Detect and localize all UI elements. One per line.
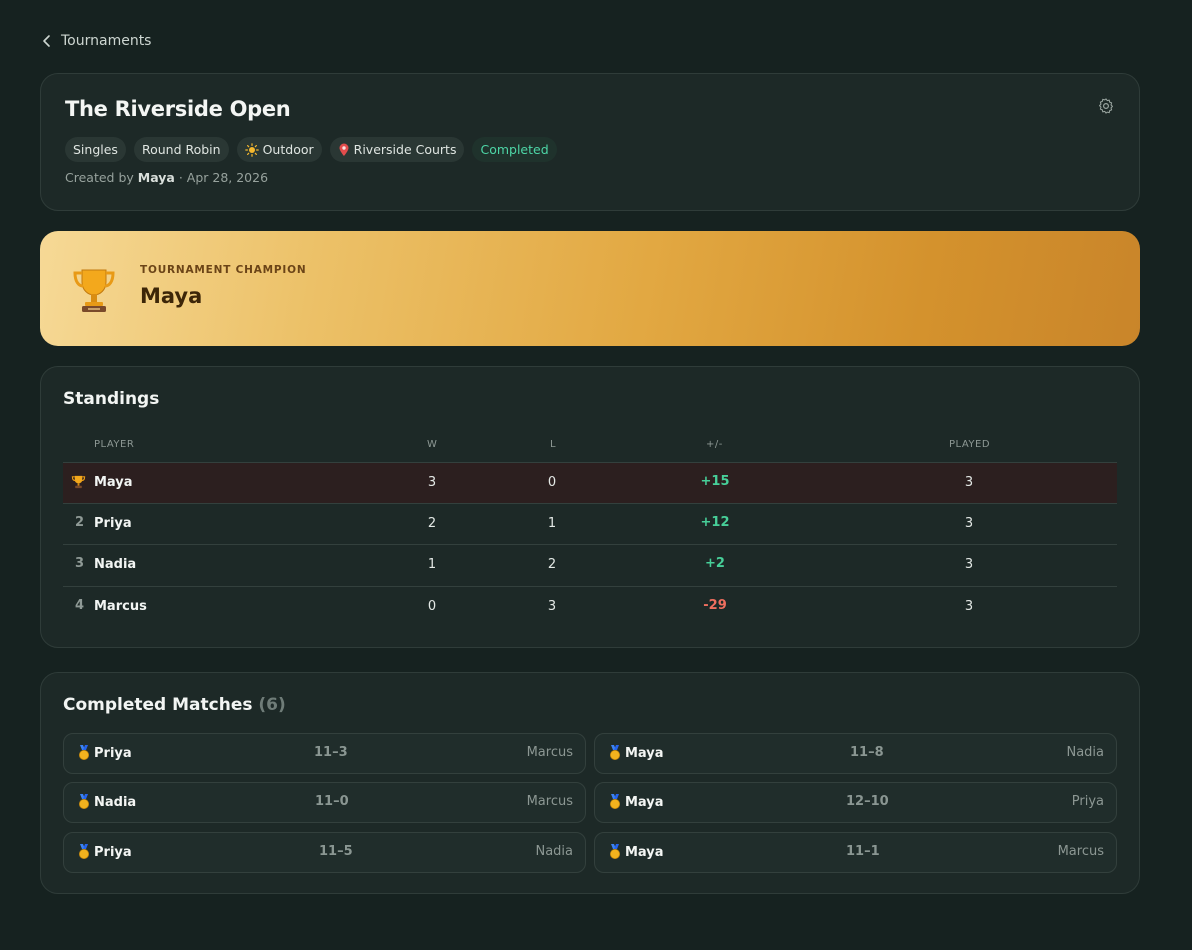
played-value: 3 [964, 516, 974, 531]
match-loser: Nadia [535, 844, 573, 859]
champion-label: TOURNAMENT CHAMPION [140, 264, 307, 276]
matches-count: (6) [258, 695, 286, 715]
match-score: 11–1 [846, 844, 880, 859]
gear-icon[interactable] [1097, 97, 1115, 115]
creator-name: Maya [137, 170, 175, 185]
back-to-tournaments-link[interactable]: Tournaments [41, 33, 151, 49]
medal-icon [610, 844, 620, 859]
tournament-header-card: The Riverside Open Singles Round Robin O… [40, 73, 1140, 211]
wins-value: 0 [427, 599, 437, 614]
match-winner: Priya [77, 844, 132, 860]
match-loser: Marcus [526, 745, 573, 760]
rank-number: 3 [75, 556, 85, 571]
match-loser: Nadia [1066, 745, 1104, 760]
match-card[interactable]: Priya 11–5 Nadia [63, 832, 586, 873]
match-winner: Maya [608, 794, 664, 810]
standings-row: 4 Marcus 0 3 -29 3 [63, 586, 1117, 627]
standings-header-row: PLAYER W L +/- PLAYED [63, 439, 1117, 459]
losses-value: 2 [547, 557, 557, 572]
match-winner: Maya [608, 844, 664, 860]
match-card[interactable]: Maya 11–8 Nadia [594, 733, 1117, 774]
player-name: Priya [94, 516, 132, 531]
champion-banner: TOURNAMENT CHAMPION Maya [40, 231, 1140, 346]
match-card[interactable]: Nadia 11–0 Marcus [63, 782, 586, 823]
match-loser: Priya [1071, 794, 1104, 809]
column-header-played: PLAYED [949, 439, 991, 450]
played-value: 3 [964, 475, 974, 490]
standings-card: Standings PLAYER W L +/- PLAYED Maya 3 0… [40, 366, 1140, 648]
losses-value: 0 [547, 475, 557, 490]
played-value: 3 [964, 557, 974, 572]
match-card[interactable]: Maya 12–10 Priya [594, 782, 1117, 823]
sun-icon [244, 142, 259, 157]
matches-title: Completed Matches (6) [63, 695, 286, 715]
tournament-page: Tournaments The Riverside Open Singles R… [0, 0, 1192, 950]
tournament-tags: Singles Round Robin Outdoor Riverside Co… [65, 137, 557, 162]
chip-format: Singles [65, 137, 126, 162]
chip-location: Riverside Courts [329, 137, 465, 162]
player-name: Maya [94, 475, 133, 490]
player-name: Marcus [94, 599, 147, 614]
diff-value: -29 [703, 598, 727, 613]
column-header-losses: L [550, 439, 557, 450]
trophy-icon [73, 269, 115, 312]
match-card[interactable]: Maya 11–1 Marcus [594, 832, 1117, 873]
rank-number: 4 [75, 598, 85, 613]
losses-value: 1 [547, 516, 557, 531]
losses-value: 3 [547, 599, 557, 614]
standings-row: 2 Priya 2 1 +12 3 [63, 503, 1117, 544]
match-card[interactable]: Priya 11–3 Marcus [63, 733, 586, 774]
match-score: 11–0 [315, 794, 349, 809]
match-loser: Marcus [1057, 844, 1104, 859]
standings-title: Standings [63, 389, 160, 409]
medal-icon [79, 844, 89, 859]
chevron-left-icon [43, 35, 50, 47]
match-winner: Priya [77, 745, 132, 761]
rank-trophy [71, 474, 86, 493]
champion-name: Maya [140, 284, 203, 308]
player-name: Nadia [94, 557, 137, 572]
medal-icon [79, 745, 89, 760]
match-score: 11–3 [314, 745, 348, 760]
match-winner: Maya [608, 745, 664, 761]
created-info: Created by Maya · Apr 28, 2026 [65, 170, 269, 185]
match-score: 11–8 [850, 745, 884, 760]
chip-setting: Outdoor [236, 137, 322, 162]
completed-matches-card: Completed Matches (6) Priya 11–3 Marcus … [40, 672, 1140, 894]
back-link-label: Tournaments [61, 33, 152, 49]
medal-icon [610, 794, 620, 809]
standings-row: 3 Nadia 1 2 +2 3 [63, 544, 1117, 585]
chip-type: Round Robin [133, 137, 229, 162]
column-header-wins: W [427, 439, 438, 450]
diff-value: +2 [705, 556, 725, 571]
rank-number: 2 [75, 515, 85, 530]
wins-value: 1 [427, 557, 437, 572]
medal-icon [610, 745, 620, 760]
column-header-player: PLAYER [94, 439, 135, 450]
match-score: 12–10 [846, 794, 889, 809]
diff-value: +15 [700, 474, 730, 489]
column-header-diff: +/- [706, 439, 723, 450]
match-winner: Nadia [77, 794, 136, 810]
diff-value: +12 [700, 515, 730, 530]
standings-row: Maya 3 0 +15 3 [63, 462, 1117, 503]
wins-value: 2 [427, 516, 437, 531]
match-loser: Marcus [526, 794, 573, 809]
medal-icon [79, 794, 89, 809]
tournament-title: The Riverside Open [65, 97, 291, 121]
location-pin-icon [339, 143, 349, 156]
match-score: 11–5 [319, 844, 353, 859]
wins-value: 3 [427, 475, 437, 490]
status-badge: Completed [472, 137, 557, 162]
trophy-icon [71, 475, 86, 489]
played-value: 3 [964, 599, 974, 614]
